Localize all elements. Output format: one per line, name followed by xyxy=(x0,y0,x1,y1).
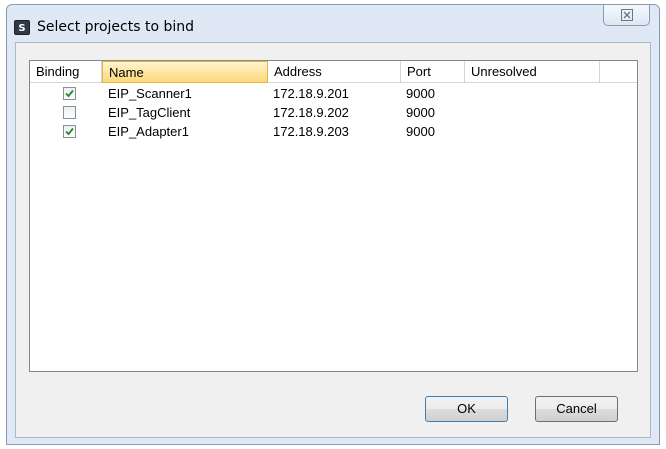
list-item[interactable]: EIP_TagClient 172.18.9.202 9000 xyxy=(30,103,637,122)
checkmark-icon xyxy=(65,89,74,98)
title-bar[interactable]: S Select projects to bind xyxy=(7,5,659,41)
app-icon: S xyxy=(14,20,30,35)
ok-button[interactable]: OK xyxy=(425,396,508,422)
project-port: 9000 xyxy=(406,105,435,120)
project-port: 9000 xyxy=(406,124,435,139)
projects-list[interactable]: Binding Name Address Port Unresolved EIP… xyxy=(29,60,638,372)
column-header-address[interactable]: Address xyxy=(268,61,401,83)
project-address: 172.18.9.201 xyxy=(273,86,349,101)
close-icon xyxy=(620,9,633,24)
column-header-name[interactable]: Name xyxy=(102,61,268,83)
binding-checkbox[interactable] xyxy=(63,106,76,119)
column-header-binding[interactable]: Binding xyxy=(30,61,102,83)
project-name: EIP_Adapter1 xyxy=(108,124,189,139)
project-name: EIP_Scanner1 xyxy=(108,86,192,101)
dialog-window: S Select projects to bind Binding Name A… xyxy=(6,4,660,445)
list-rows: EIP_Scanner1 172.18.9.201 9000 EIP_TagCl… xyxy=(30,84,637,141)
column-header-unresolved[interactable]: Unresolved xyxy=(465,61,600,83)
list-item[interactable]: EIP_Scanner1 172.18.9.201 9000 xyxy=(30,84,637,103)
list-item[interactable]: EIP_Adapter1 172.18.9.203 9000 xyxy=(30,122,637,141)
list-header: Binding Name Address Port Unresolved xyxy=(30,61,637,83)
dialog-title: Select projects to bind xyxy=(37,19,195,35)
column-header-filler xyxy=(600,61,637,83)
project-address: 172.18.9.202 xyxy=(273,105,349,120)
cancel-button[interactable]: Cancel xyxy=(535,396,618,422)
binding-checkbox[interactable] xyxy=(63,125,76,138)
dialog-client-area: Binding Name Address Port Unresolved EIP… xyxy=(15,42,651,438)
project-port: 9000 xyxy=(406,86,435,101)
project-address: 172.18.9.203 xyxy=(273,124,349,139)
checkmark-icon xyxy=(65,127,74,136)
binding-checkbox[interactable] xyxy=(63,87,76,100)
close-button[interactable] xyxy=(603,5,650,26)
project-name: EIP_TagClient xyxy=(108,105,191,120)
column-header-port[interactable]: Port xyxy=(401,61,465,83)
